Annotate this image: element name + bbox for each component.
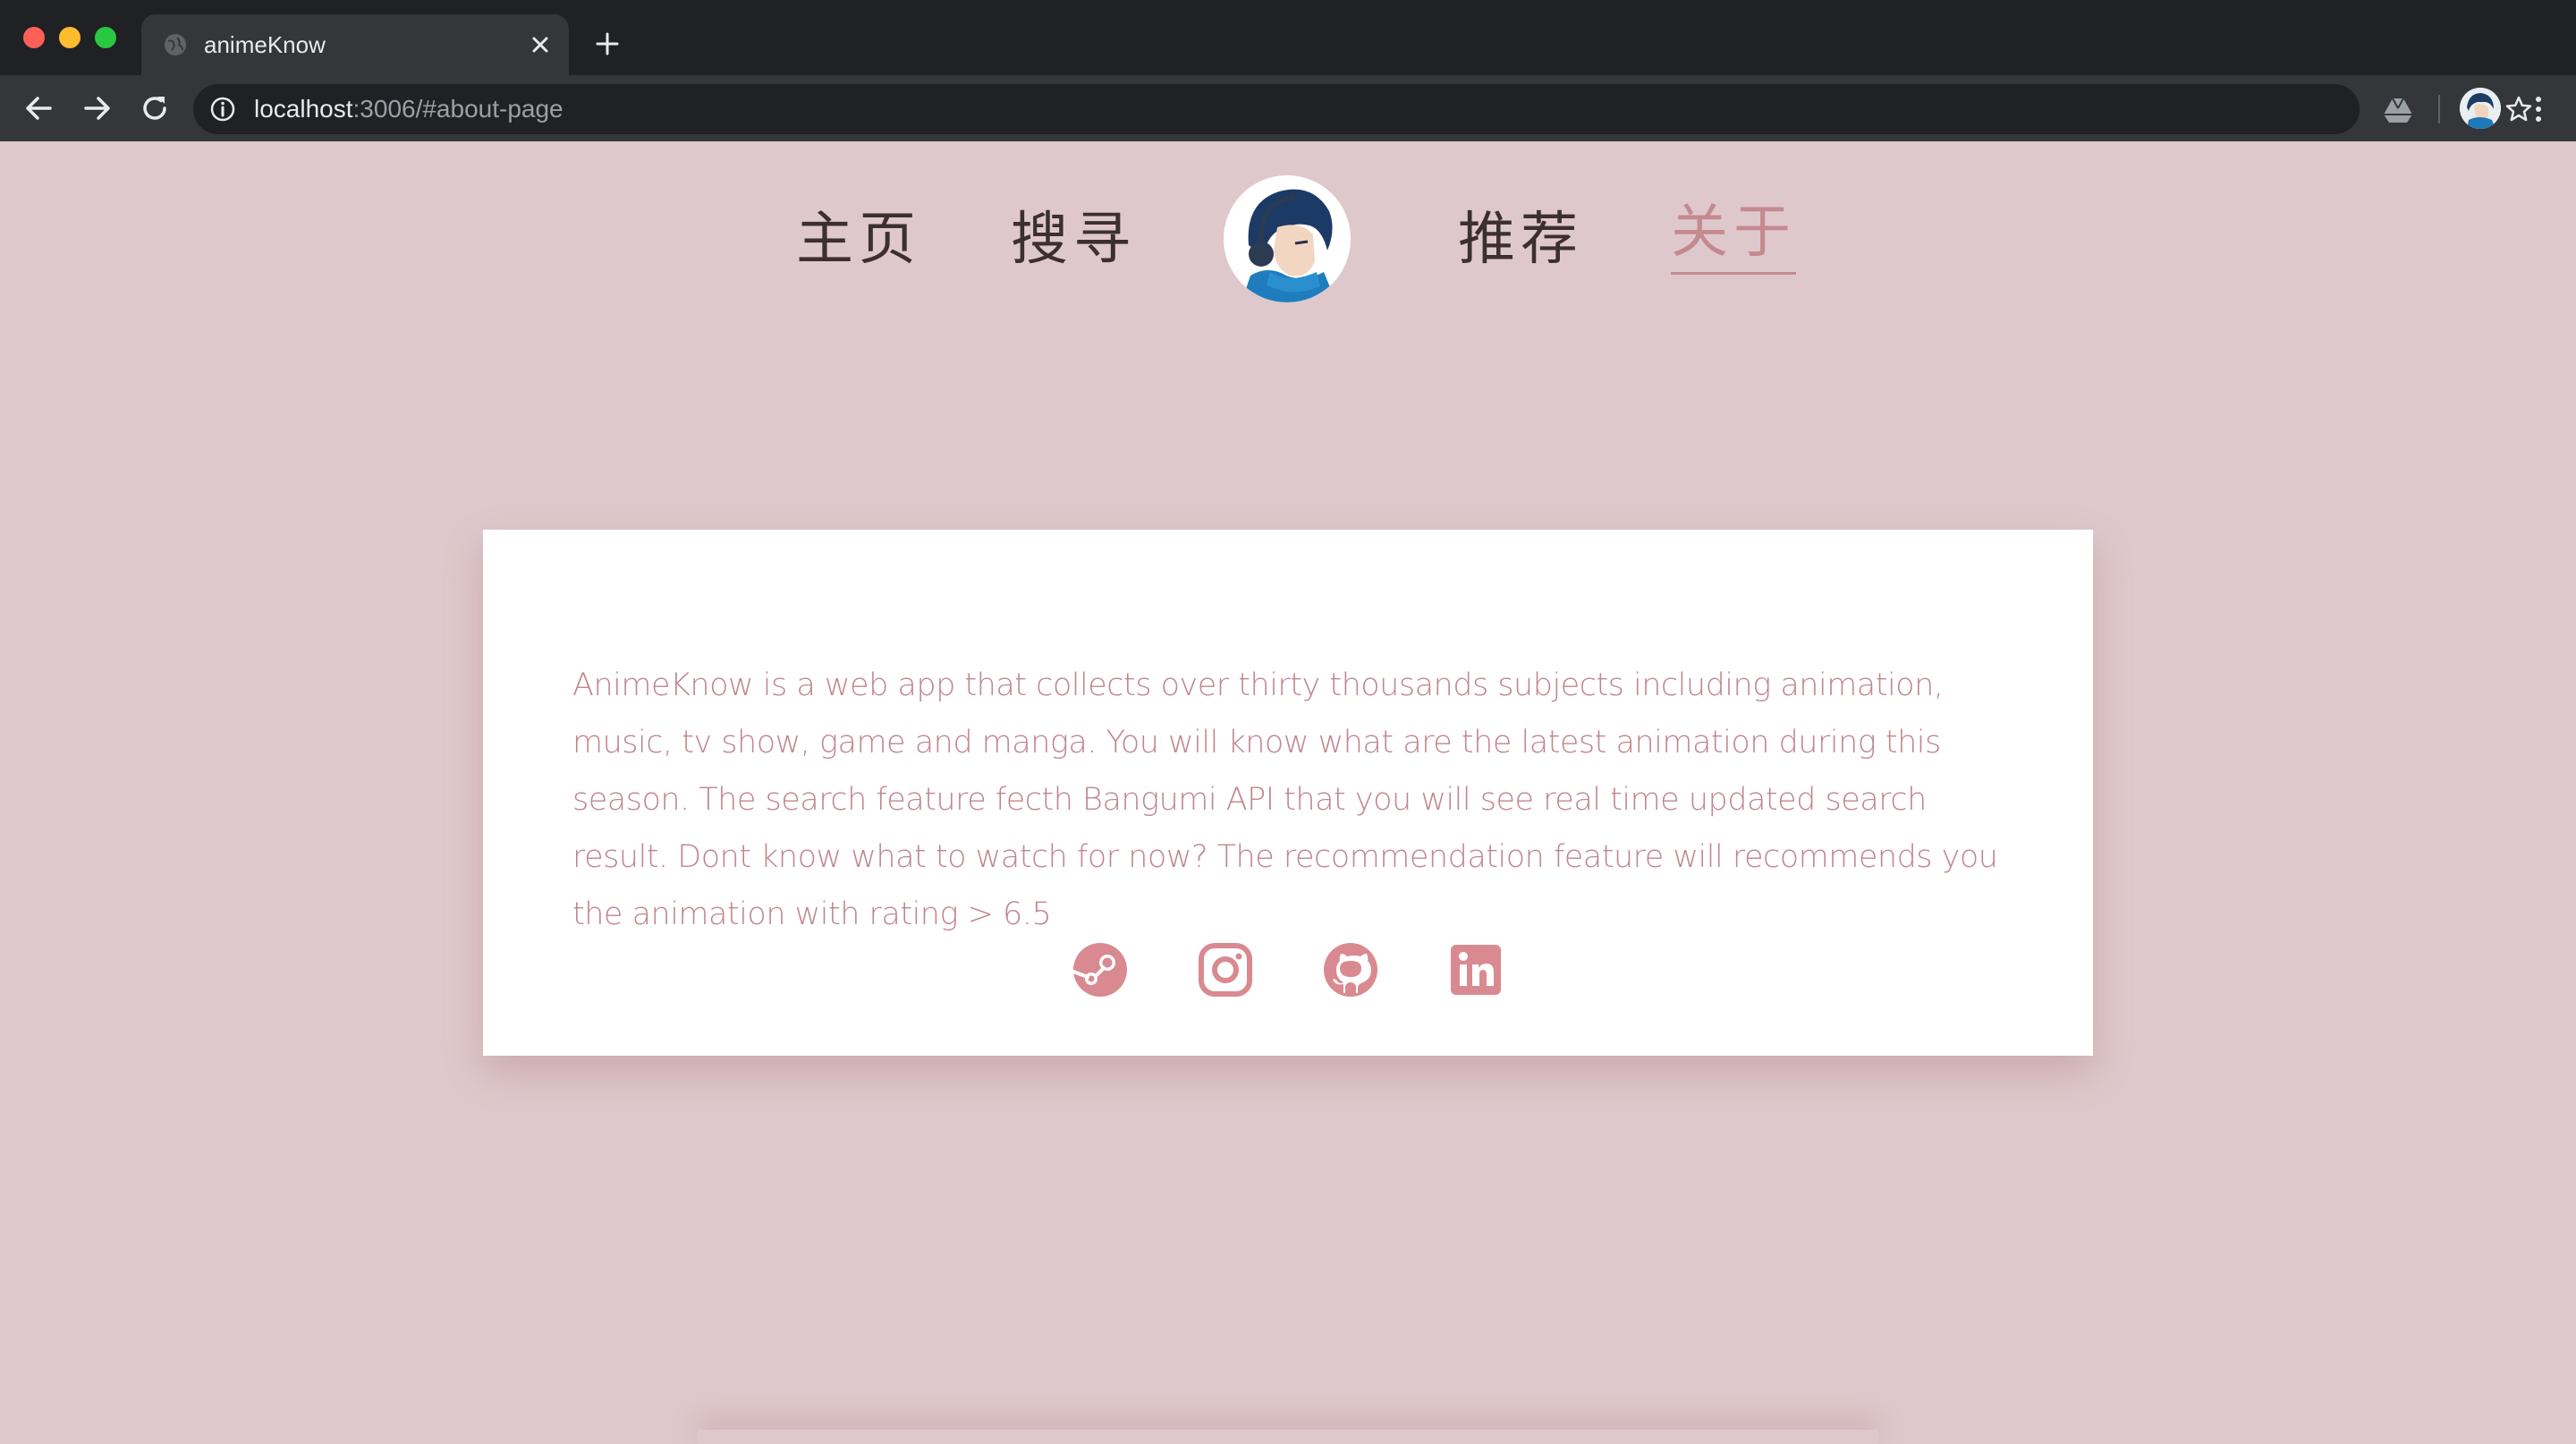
linkedin-icon — [1451, 945, 1501, 995]
github-icon — [1324, 943, 1377, 997]
close-tab-icon[interactable] — [526, 30, 555, 59]
nav-about-link[interactable]: 关于 — [1671, 197, 1796, 275]
new-tab-icon[interactable] — [592, 29, 623, 59]
about-card: AnimeKnow is a web app that collects ove… — [483, 530, 2093, 1056]
site-nav: 主页 搜寻 推荐 关于 — [0, 141, 2576, 338]
nav-home-link[interactable]: 主页 — [796, 204, 921, 276]
nav-search-link[interactable]: 搜寻 — [1011, 204, 1136, 276]
site-logo-avatar[interactable] — [1224, 175, 1351, 302]
minimize-window-button[interactable] — [59, 27, 80, 48]
nav-recommend-link[interactable]: 推荐 — [1458, 204, 1583, 276]
steam-link[interactable] — [1072, 941, 1129, 998]
close-window-button[interactable] — [23, 27, 45, 48]
tab-strip: animeKnow — [0, 0, 2576, 75]
back-arrow-icon[interactable] — [21, 91, 55, 125]
page: 主页 搜寻 推荐 关于 AnimeKnow is a web app that … — [0, 141, 2576, 1444]
url-host: localhost — [254, 95, 353, 123]
profile-avatar[interactable] — [2460, 88, 2501, 129]
steam-icon — [1072, 943, 1127, 997]
info-icon[interactable] — [209, 96, 236, 123]
linkedin-link[interactable] — [1447, 941, 1504, 998]
reload-icon[interactable] — [138, 91, 172, 125]
url-text: localhost:3006/#about-page — [254, 95, 564, 123]
globe-icon — [165, 34, 186, 55]
tab-title: animeKnow — [204, 31, 326, 58]
browser-tab[interactable]: animeKnow — [141, 14, 569, 75]
footer-shadow — [698, 1430, 1878, 1444]
instagram-link[interactable] — [1197, 941, 1254, 998]
forward-arrow-icon[interactable] — [80, 91, 114, 125]
address-bar[interactable]: localhost:3006/#about-page — [193, 84, 2532, 134]
browser-chrome: animeKnow localhost:3006/#about-page — [0, 0, 2576, 141]
url-path: :3006/#about-page — [352, 95, 564, 123]
toolbar-separator — [2438, 95, 2440, 123]
instagram-icon — [1199, 943, 1252, 997]
drive-extension-icon[interactable] — [2383, 95, 2413, 125]
github-link[interactable] — [1322, 941, 1379, 998]
more-menu-icon[interactable] — [2524, 93, 2553, 125]
browser-toolbar: localhost:3006/#about-page — [0, 75, 2576, 141]
about-text: AnimeKnow is a web app that collects ove… — [572, 667, 1998, 932]
maximize-window-button[interactable] — [95, 27, 116, 48]
